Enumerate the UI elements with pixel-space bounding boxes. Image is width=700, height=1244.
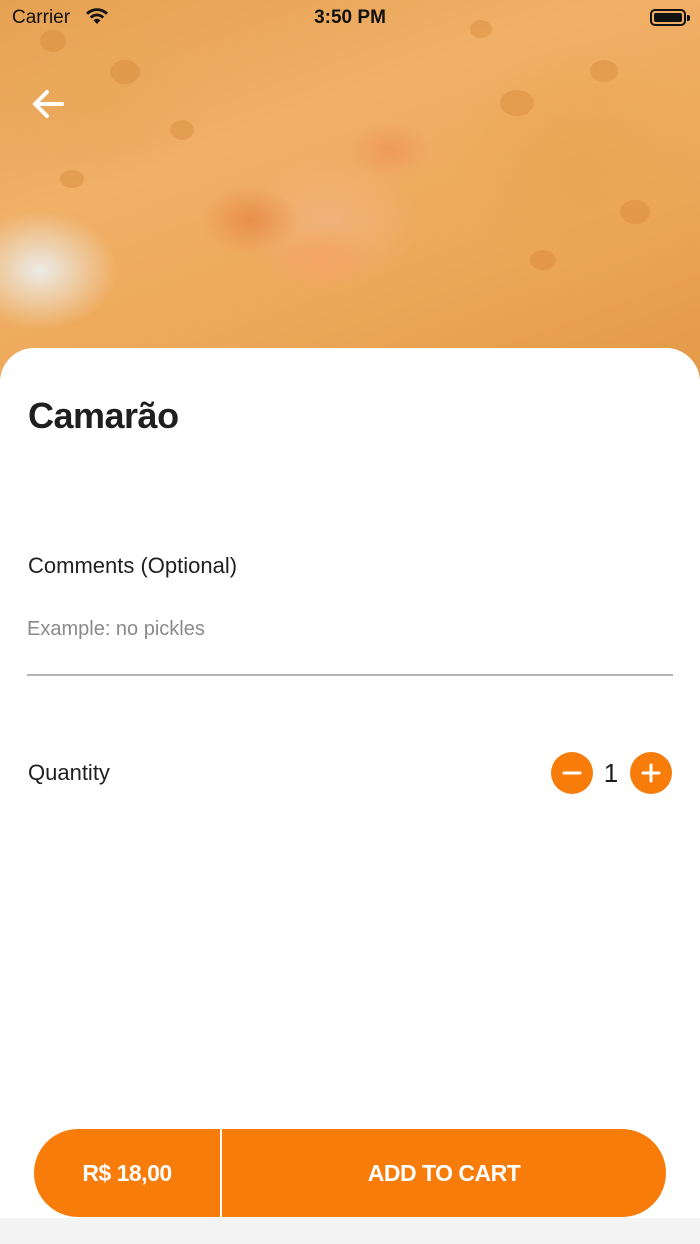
plus-icon (641, 763, 661, 783)
crust-texture (60, 170, 84, 188)
status-bar: Carrier 3:50 PM (0, 0, 700, 36)
arrow-left-icon (33, 90, 64, 118)
minus-icon (562, 771, 582, 775)
comments-input[interactable] (27, 606, 673, 676)
product-title: Camarão (28, 395, 179, 436)
crust-texture (620, 200, 650, 224)
back-button[interactable] (24, 80, 72, 128)
decrement-quantity-button[interactable] (551, 752, 593, 794)
product-hero-image (0, 0, 700, 380)
crust-texture (500, 90, 534, 116)
crust-texture (530, 250, 556, 270)
clock: 3:50 PM (314, 7, 386, 28)
quantity-value: 1 (603, 758, 619, 788)
crust-texture (170, 120, 194, 140)
price-label: R$ 18,00 (34, 1129, 222, 1217)
add-to-cart-button[interactable]: ADD TO CART (222, 1129, 666, 1217)
comments-label: Comments (Optional) (28, 553, 238, 578)
increment-quantity-button[interactable] (630, 752, 672, 794)
battery-icon (650, 9, 690, 26)
cart-bar: R$ 18,00 ADD TO CART (34, 1129, 666, 1217)
quantity-label: Quantity (28, 760, 110, 785)
crust-texture (590, 60, 618, 82)
crust-texture (110, 60, 140, 84)
home-indicator-area (0, 1218, 700, 1244)
